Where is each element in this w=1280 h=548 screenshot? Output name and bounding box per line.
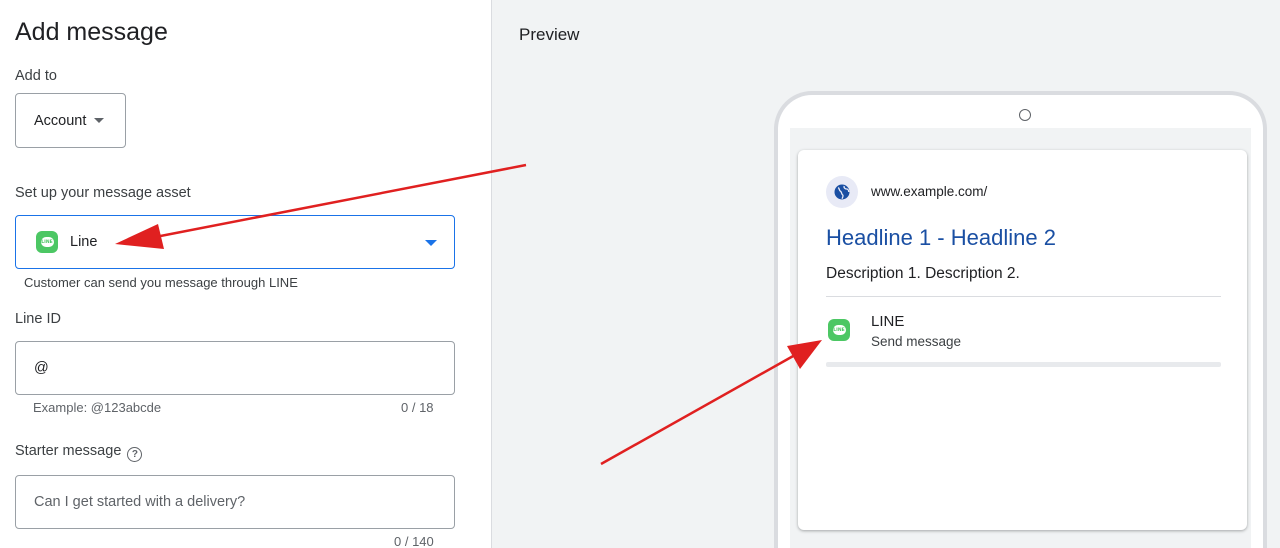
line-id-counter: 0 / 18	[401, 400, 434, 415]
message-asset-subtitle: Send message	[871, 334, 962, 349]
page-title: Add message	[15, 18, 168, 46]
preview-title: Preview	[519, 25, 580, 44]
asset-helper-text: Customer can send you message through LI…	[24, 275, 298, 290]
asset-type-select[interactable]: LINE Line	[15, 215, 455, 269]
phone-frame: www.example.com/ Headline 1 - Headline 2…	[774, 91, 1267, 548]
line-id-hint: Example: @123abcde	[33, 400, 162, 415]
account-dropdown-label: Account	[34, 112, 87, 129]
starter-message-input[interactable]	[34, 494, 454, 510]
form-panel: Add message Add to Account Set up your m…	[0, 0, 492, 548]
asset-type-value: Line	[70, 234, 98, 250]
starter-message-counter: 0 / 140	[394, 534, 434, 548]
setup-label: Set up your message asset	[15, 185, 191, 201]
line-id-label: Line ID	[15, 311, 61, 327]
account-dropdown[interactable]: Account	[15, 93, 126, 148]
globe-icon	[826, 176, 858, 208]
camera-icon	[1019, 109, 1031, 121]
help-circle-icon[interactable]: ?	[127, 447, 143, 462]
starter-message-field[interactable]	[15, 475, 455, 529]
starter-message-label: Starter message?	[15, 443, 143, 462]
ad-headline[interactable]: Headline 1 - Headline 2	[826, 225, 1056, 251]
preview-panel: Preview www.example.com/ Headline 1 - He…	[492, 0, 1280, 548]
line-app-icon: LINE	[828, 319, 850, 341]
ad-preview-card: www.example.com/ Headline 1 - Headline 2…	[798, 150, 1247, 530]
add-to-label: Add to	[15, 68, 57, 84]
line-id-input[interactable]	[34, 360, 454, 376]
ad-description: Description 1. Description 2.	[826, 265, 1020, 282]
card-placeholder-bar	[826, 362, 1221, 367]
card-divider	[826, 296, 1221, 297]
line-app-icon: LINE	[36, 231, 58, 253]
caret-down-icon	[425, 240, 437, 246]
message-asset-title[interactable]: LINE	[871, 313, 904, 330]
caret-down-icon	[94, 118, 105, 123]
phone-screen: www.example.com/ Headline 1 - Headline 2…	[790, 128, 1251, 548]
display-url: www.example.com/	[871, 184, 988, 199]
line-id-field[interactable]	[15, 341, 455, 395]
